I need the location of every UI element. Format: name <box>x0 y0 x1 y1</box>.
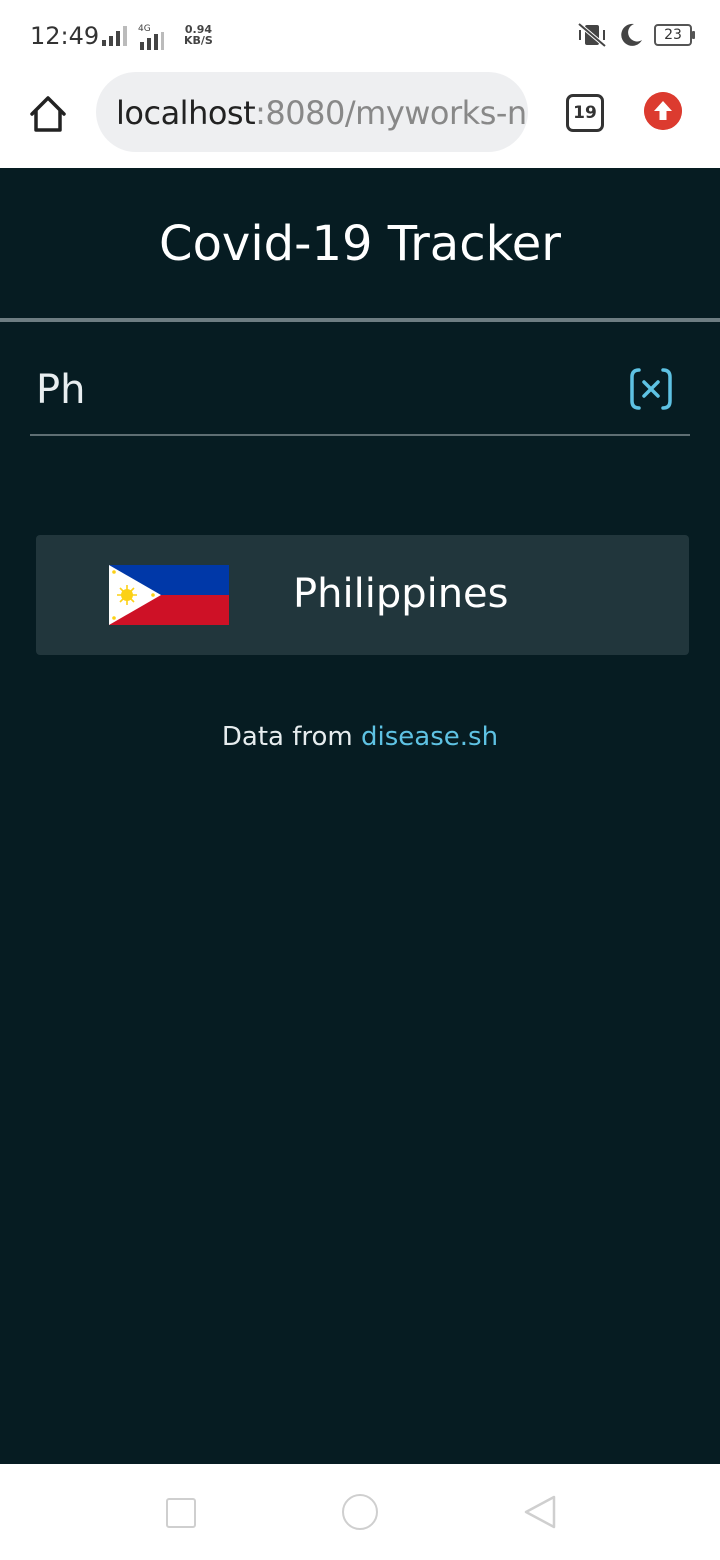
recents-icon[interactable] <box>166 1498 196 1528</box>
url-host: localhost <box>116 94 256 132</box>
signal-bars-icon <box>140 32 164 50</box>
tab-count: 19 <box>573 103 597 123</box>
system-nav-bar <box>0 1464 720 1560</box>
url-path: :8080/myworks-nc <box>255 94 528 132</box>
country-name: Philippines <box>293 571 509 617</box>
update-arrow-icon[interactable] <box>644 92 682 130</box>
speed-unit: KB/S <box>184 34 213 47</box>
credit-link[interactable]: disease.sh <box>361 722 498 752</box>
signal-icon <box>102 26 127 46</box>
battery-icon: 23 <box>654 24 695 46</box>
network-type: 4G <box>138 24 151 34</box>
search-input[interactable] <box>36 362 596 418</box>
home-icon[interactable] <box>26 92 70 136</box>
back-icon[interactable] <box>522 1494 558 1530</box>
status-icons: 23 <box>576 22 695 48</box>
mobile-data-icon: 4G <box>138 24 166 50</box>
browser-toolbar: localhost:8080/myworks-nc 19 <box>0 70 720 168</box>
clear-x-icon[interactable] <box>628 366 674 412</box>
search-bar <box>30 348 690 436</box>
moon-icon <box>621 23 642 46</box>
url-text: localhost:8080/myworks-nc <box>116 94 528 132</box>
app-header: Covid-19 Tracker <box>0 168 720 318</box>
data-credit: Data from disease.sh <box>0 722 720 752</box>
list-item[interactable]: Philippines <box>36 535 689 655</box>
credit-prefix: Data from <box>221 722 362 752</box>
tab-switcher-button[interactable]: 19 <box>566 94 604 132</box>
status-bar: 12:49 4G 0.94 KB/S 23 <box>0 0 720 70</box>
header-divider <box>0 318 720 322</box>
home-circle-icon[interactable] <box>342 1494 378 1530</box>
status-time: 12:49 <box>30 22 100 50</box>
address-bar[interactable]: localhost:8080/myworks-nc <box>96 72 528 152</box>
philippines-flag <box>109 565 229 625</box>
vibrate-off-icon <box>577 22 607 48</box>
battery-level: 23 <box>664 27 682 43</box>
network-speed: 0.94 KB/S <box>184 24 213 46</box>
page-title: Covid-19 Tracker <box>159 216 561 272</box>
